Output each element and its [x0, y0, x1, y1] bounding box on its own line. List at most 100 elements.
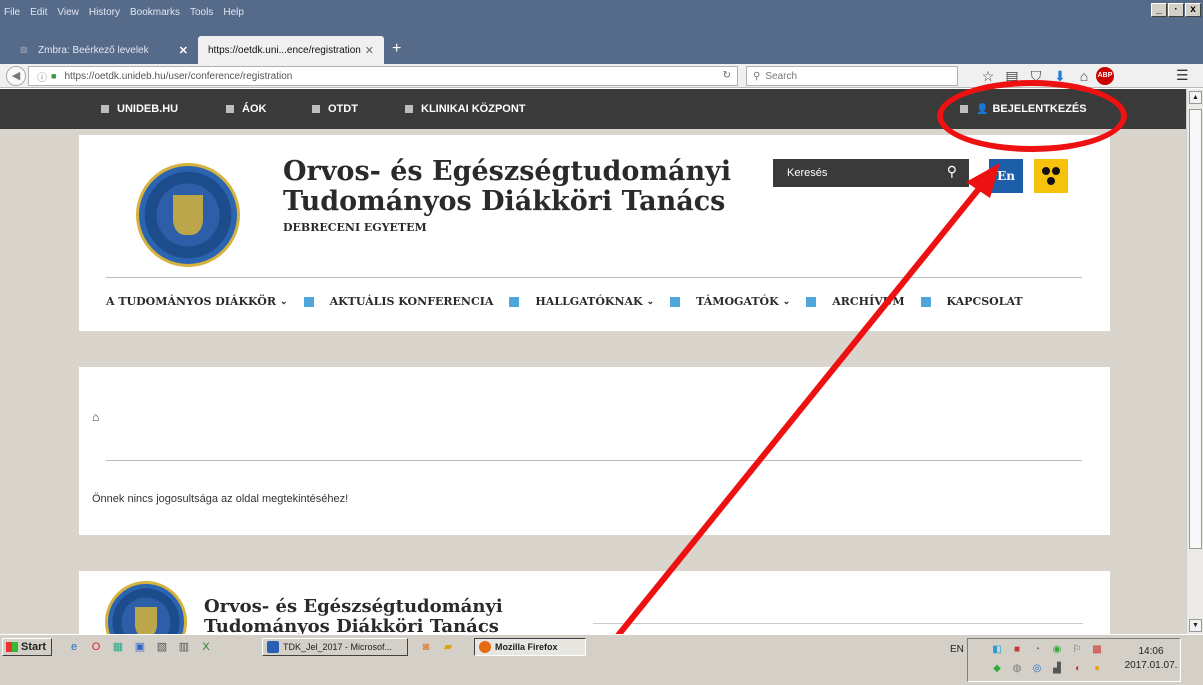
app-icon[interactable]: ▦	[110, 639, 126, 655]
reload-icon[interactable]: ↻	[723, 70, 731, 81]
nav-separator	[806, 296, 817, 307]
word-icon	[267, 641, 279, 653]
volume-icon[interactable]: ◖	[1070, 663, 1084, 675]
topnav-label: KLINIKAI KÖZPONT	[421, 103, 526, 115]
clock[interactable]: 14:06 2017.01.07.	[1123, 645, 1179, 673]
dot-icon	[1042, 167, 1050, 175]
minimize-button[interactable]: _	[1151, 3, 1167, 17]
menu-tools[interactable]: Tools	[190, 7, 213, 18]
tray-icon[interactable]: ■	[1010, 644, 1024, 656]
taskbar-item-word[interactable]: TDK_Jel_2017 - Microsof...	[262, 638, 408, 656]
taskbar-item-firefox[interactable]: Mozilla Firefox	[474, 638, 586, 656]
tray-icon[interactable]: ◧	[990, 644, 1004, 656]
close-tab-icon[interactable]: ✕	[365, 44, 374, 57]
tray-icon[interactable]: ◉	[1050, 644, 1064, 656]
nav-kapcsolat[interactable]: KAPCSOLAT	[947, 295, 1023, 308]
topnav-otdt[interactable]: OTDT	[312, 89, 358, 129]
start-button[interactable]: Start	[2, 638, 52, 656]
bullet-icon	[226, 105, 234, 113]
topnav-label: UNIDEB.HU	[117, 103, 179, 115]
divider	[593, 623, 1083, 624]
footer-title-line2: Tudományos Diákköri Tanács	[204, 616, 499, 635]
menu-history[interactable]: History	[89, 7, 120, 18]
app-icon[interactable]: ▧	[154, 639, 170, 655]
menu-view[interactable]: View	[57, 7, 79, 18]
maximize-button[interactable]: ·	[1168, 3, 1184, 17]
system-tray: EN ◧ ■ ◔ ◉ ⚐ ▩ ◆ ◍ ◎ ▟ ◖ ● 14:06 2017.01…	[950, 638, 1181, 682]
menu-bookmarks[interactable]: Bookmarks	[130, 7, 180, 18]
ie-icon[interactable]: e	[66, 639, 82, 655]
nav-aktualis-konferencia[interactable]: AKTUÁLIS KONFERENCIA	[330, 295, 494, 308]
site-title-line1: Orvos- és Egészségtudományi	[283, 156, 732, 187]
header-card: Orvos- és Egészségtudományi Tudományos D…	[79, 135, 1110, 331]
home-icon[interactable]: ⌂	[1072, 67, 1096, 85]
breadcrumb-home-icon[interactable]: ⌂	[92, 410, 99, 424]
url-text: https://oetdk.unideb.hu/user/conference/…	[64, 70, 293, 82]
nav-label: A TUDOMÁNYOS DIÁKKÖR	[106, 295, 277, 308]
tab-title: https://oetdk.uni...ence/registration	[208, 44, 361, 56]
nav-label: TÁMOGATÓK	[696, 295, 779, 308]
clock-date: 2017.01.07.	[1124, 660, 1178, 671]
site-title-line2: Tudományos Diákköri Tanács	[283, 186, 726, 217]
content-card: ⌂ Önnek nincs jogosultsága az oldal megt…	[79, 367, 1110, 535]
tray-icon[interactable]: ◔	[1030, 644, 1044, 656]
tray-icon[interactable]: ◆	[990, 663, 1004, 675]
adblock-icon[interactable]: ABP	[1096, 67, 1114, 85]
nav-tudomanyos-diakkor[interactable]: A TUDOMÁNYOS DIÁKKÖR ⌄	[106, 295, 288, 308]
tray-icon[interactable]: ●	[1090, 663, 1104, 675]
nav-separator	[670, 296, 681, 307]
page-scrollbar[interactable]: ▲ ▼	[1186, 89, 1203, 634]
info-icon[interactable]: ⓘ	[37, 69, 47, 84]
menu-edit[interactable]: Edit	[30, 7, 47, 18]
flag-icon[interactable]: ⚐	[1070, 644, 1084, 656]
scroll-up-icon[interactable]: ▲	[1189, 91, 1202, 104]
scroll-down-icon[interactable]: ▼	[1189, 619, 1202, 632]
signal-icon[interactable]: ▟	[1050, 663, 1064, 675]
firefox-icon	[479, 641, 491, 653]
nav-tamogatok[interactable]: TÁMOGATÓK ⌄	[696, 295, 790, 308]
tray-icon[interactable]: ◎	[1030, 663, 1044, 675]
menu-file[interactable]: File	[4, 7, 20, 18]
topnav-aok[interactable]: ÁOK	[226, 89, 266, 129]
opera-icon[interactable]: O	[88, 639, 104, 655]
folder-icon[interactable]: ▰	[440, 639, 456, 655]
browser-search-input[interactable]: ⚲ Search	[746, 66, 958, 86]
university-seal-logo[interactable]	[105, 581, 187, 634]
menu-icon[interactable]: ☰	[1176, 67, 1189, 84]
back-button[interactable]: ◀	[6, 66, 26, 86]
close-window-button[interactable]: x	[1185, 3, 1201, 17]
scroll-thumb[interactable]	[1189, 109, 1202, 549]
bullet-icon	[312, 105, 320, 113]
university-seal-logo[interactable]	[136, 163, 240, 267]
search-icon[interactable]: ⚲	[947, 163, 957, 180]
language-en-button[interactable]: En	[989, 159, 1023, 193]
topnav-klinikai[interactable]: KLINIKAI KÖZPONT	[405, 89, 526, 129]
calc-icon[interactable]: ▥	[176, 639, 192, 655]
language-indicator[interactable]: EN	[950, 644, 964, 655]
accessibility-button[interactable]	[1034, 159, 1068, 193]
tab-registration[interactable]: https://oetdk.uni...ence/registration ✕	[198, 36, 384, 64]
nav-separator	[509, 296, 520, 307]
close-tab-icon[interactable]: ✕	[179, 44, 188, 57]
app-icon[interactable]: ▣	[132, 639, 148, 655]
tab-bar: ▨ Zmbra: Beérkező levelek ✕ https://oetd…	[0, 24, 1203, 64]
site-title[interactable]: Orvos- és Egészségtudományi Tudományos D…	[283, 157, 731, 217]
url-bar[interactable]: ⓘ ■ https://oetdk.unideb.hu/user/confere…	[28, 66, 738, 86]
clock-time: 14:06	[1138, 646, 1164, 657]
zimbra-favicon-icon: ▨	[20, 45, 28, 54]
menu-help[interactable]: Help	[223, 7, 244, 18]
excel-icon[interactable]: X	[198, 639, 214, 655]
topnav-unideb[interactable]: UNIDEB.HU	[101, 89, 178, 129]
annotation-circle	[937, 80, 1127, 152]
nav-separator	[920, 296, 931, 307]
new-tab-button[interactable]: +	[392, 40, 401, 58]
tab-zimbra[interactable]: ▨ Zmbra: Beérkező levelek ✕	[10, 36, 198, 64]
outlook-icon[interactable]: ◙	[418, 639, 434, 655]
nav-archivum[interactable]: ARCHÍVUM	[832, 295, 904, 308]
tray-icon[interactable]: ▩	[1090, 644, 1104, 656]
site-search-input[interactable]: Keresés ⚲	[773, 159, 969, 187]
nav-hallgatoknak[interactable]: HALLGATÓKNAK ⌄	[535, 295, 654, 308]
site-subtitle: DEBRECENI EGYETEM	[283, 221, 427, 234]
tab-title: Zmbra: Beérkező levelek	[38, 44, 149, 56]
network-icon[interactable]: ◍	[1010, 663, 1024, 675]
